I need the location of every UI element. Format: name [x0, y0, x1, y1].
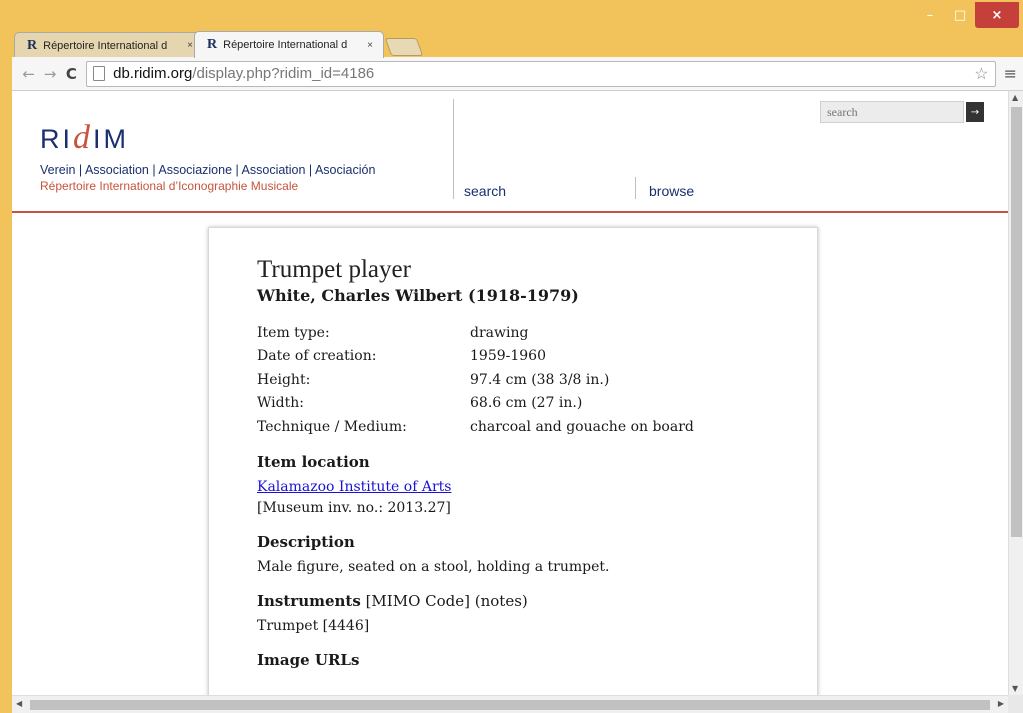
header-divider	[453, 99, 454, 199]
window-titlebar: – □ × R Répertoire International d × R R…	[0, 0, 1023, 58]
instruments-heading: Instruments [MIMO Code] (notes)	[257, 591, 528, 610]
record-card: Trumpet player White, Charles Wilbert (1…	[208, 227, 818, 695]
location-link[interactable]: Kalamazoo Institute of Arts	[257, 479, 451, 495]
tab-title: Répertoire International d	[223, 39, 348, 51]
instruments-heading-note: [MIMO Code] (notes)	[360, 591, 528, 610]
meta-row-technique: Technique / Medium: charcoal and gouache…	[257, 415, 769, 439]
reload-icon[interactable]: C	[61, 63, 82, 85]
nav-search-link[interactable]: search	[464, 183, 506, 199]
site-search: →	[820, 101, 984, 123]
logo-wordmark: RIdIM	[40, 119, 129, 156]
meta-value: 97.4 cm (38 3/8 in.)	[470, 371, 610, 388]
scroll-right-icon[interactable]: ▶	[998, 699, 1004, 708]
record-artist: White, Charles Wilbert (1918-1979)	[257, 286, 579, 305]
museum-inventory-number: [Museum inv. no.: 2013.27]	[257, 499, 451, 516]
horizontal-scroll-thumb[interactable]	[30, 700, 990, 710]
meta-row-date: Date of creation: 1959-1960	[257, 345, 769, 369]
maximize-button[interactable]: □	[945, 2, 975, 28]
location-section: Kalamazoo Institute of Arts [Museum inv.…	[257, 477, 769, 519]
location-heading: Item location	[257, 452, 370, 471]
image-urls-heading: Image URLs	[257, 650, 360, 669]
address-bar[interactable]: db.ridim.org /display.php?ridim_id=4186 …	[86, 60, 996, 87]
horizontal-scrollbar[interactable]: ◀ ▶	[12, 695, 1008, 713]
minimize-button[interactable]: –	[915, 2, 945, 28]
ridim-favicon-icon: R	[27, 37, 38, 53]
ridim-favicon-icon: R	[207, 37, 218, 52]
description-text: Male figure, seated on a stool, holding …	[257, 558, 610, 575]
site-search-input[interactable]	[820, 101, 964, 123]
meta-row-height: Height: 97.4 cm (38 3/8 in.)	[257, 368, 769, 392]
browser-toolbar: ← → C db.ridim.org /display.php?ridim_id…	[12, 57, 1023, 91]
meta-value: drawing	[470, 324, 529, 341]
url-path: /display.php?ridim_id=4186	[192, 65, 375, 82]
forward-arrow-icon[interactable]: →	[39, 63, 60, 85]
scroll-left-icon[interactable]: ◀	[16, 699, 22, 708]
record-metadata: Item type: drawing Date of creation: 195…	[257, 321, 769, 439]
window-controls: – □ ×	[915, 2, 1019, 28]
scroll-up-icon[interactable]: ▲	[1012, 93, 1018, 102]
logo-tagline-associations: Verein | Association | Associazione | As…	[40, 163, 376, 177]
url-domain: db.ridim.org	[113, 65, 193, 82]
meta-label: Date of creation:	[257, 348, 377, 365]
site-header: RIdIM Verein | Association | Associazion…	[12, 91, 1008, 213]
tab-ridim-1[interactable]: R Répertoire International d ×	[14, 32, 204, 58]
instruments-text: Trumpet [4446]	[257, 617, 370, 634]
search-go-icon[interactable]: →	[966, 102, 984, 122]
meta-label: Technique / Medium:	[257, 418, 407, 435]
meta-row-item-type: Item type: drawing	[257, 321, 769, 345]
logo-tagline-full-name: Répertoire International d’Iconographie …	[40, 179, 299, 193]
star-icon[interactable]: ☆	[974, 64, 988, 84]
tab-ridim-2[interactable]: R Répertoire International d ×	[194, 31, 384, 58]
vertical-scroll-thumb[interactable]	[1011, 107, 1022, 537]
nav-separator	[635, 177, 636, 199]
meta-label: Height:	[257, 371, 311, 388]
close-window-button[interactable]: ×	[975, 2, 1019, 28]
vertical-scrollbar[interactable]: ▲ ▼	[1008, 91, 1023, 695]
tab-close-icon[interactable]: ×	[187, 40, 193, 51]
menu-icon[interactable]: ≡	[1004, 64, 1017, 83]
tab-title: Répertoire International d	[43, 39, 168, 52]
meta-value: 68.6 cm (27 in.)	[470, 395, 583, 412]
nav-browse-link[interactable]: browse	[649, 183, 694, 199]
meta-row-width: Width: 68.6 cm (27 in.)	[257, 392, 769, 416]
new-tab-button[interactable]	[384, 38, 424, 56]
page-icon	[93, 66, 106, 81]
tab-strip: R Répertoire International d × R Réperto…	[14, 30, 424, 58]
scrollbar-corner	[1008, 695, 1023, 713]
meta-value: 1959-1960	[470, 348, 546, 365]
ridim-logo[interactable]: RIdIM Verein | Association | Associazion…	[40, 119, 375, 193]
page-viewport: RIdIM Verein | Association | Associazion…	[12, 91, 1008, 695]
tab-close-icon[interactable]: ×	[367, 40, 373, 51]
back-arrow-icon[interactable]: ←	[18, 63, 39, 85]
scroll-down-icon[interactable]: ▼	[1012, 684, 1018, 693]
meta-label: Width:	[257, 395, 304, 412]
description-heading: Description	[257, 532, 355, 551]
meta-label: Item type:	[257, 324, 330, 341]
record-title: Trumpet player	[257, 256, 411, 283]
meta-value: charcoal and gouache on board	[470, 418, 694, 435]
